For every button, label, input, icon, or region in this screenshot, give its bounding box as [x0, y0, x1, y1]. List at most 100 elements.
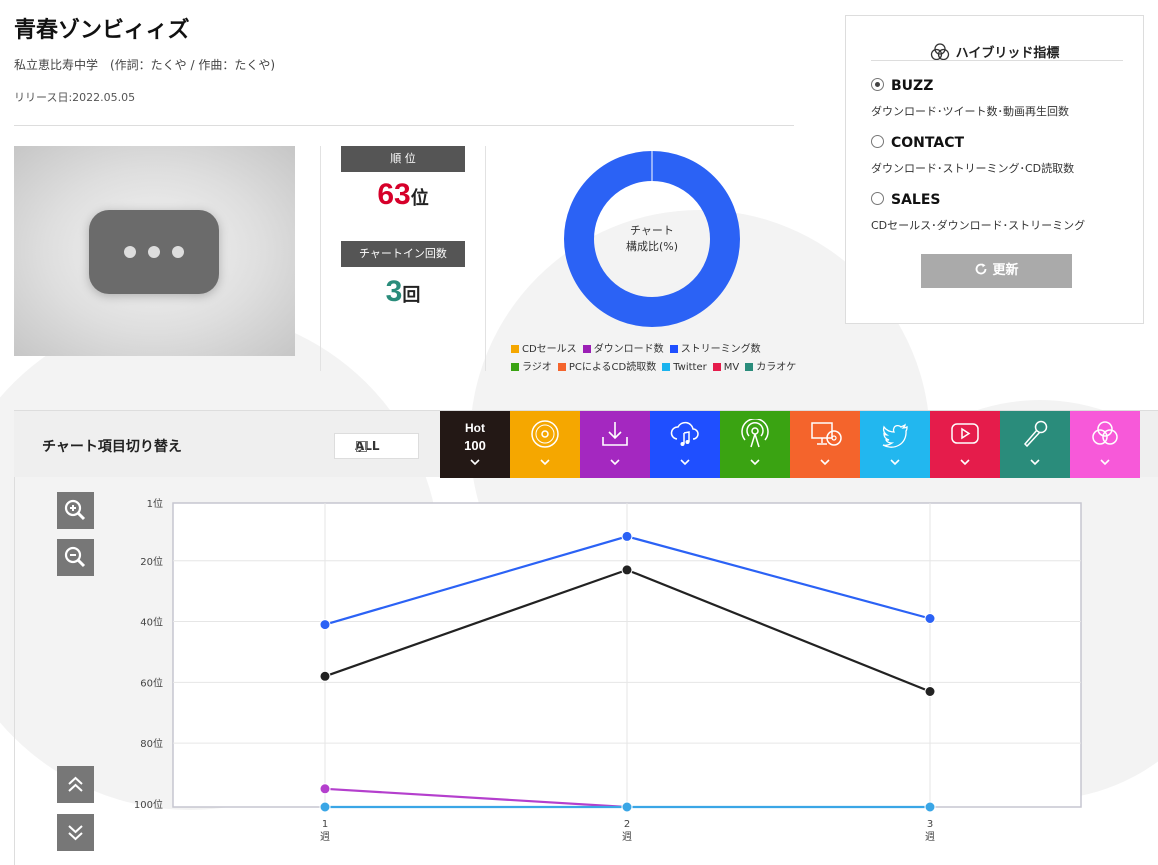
donut-ring: [564, 151, 740, 327]
karaoke-icon: [1023, 420, 1048, 448]
legend-label: カラオケ: [756, 362, 797, 373]
x-tick-label: 週: [925, 831, 935, 843]
x-tick-label: 3: [927, 819, 933, 830]
legend-label: ストリーミング数: [680, 344, 761, 355]
legend-item: ダウンロード数: [582, 344, 664, 355]
donut-center-line1: チャート: [630, 224, 674, 237]
option-sales[interactable]: SALES: [871, 192, 941, 208]
legend-swatch: [582, 345, 591, 353]
radio-sales[interactable]: [871, 192, 884, 205]
hybrid-index-panel: ハイブリッド指標 BUZZ ダウンロード･ツイート数･動画再生回数 CONTAC…: [845, 15, 1144, 324]
data-point: [621, 564, 633, 576]
hybrid-panel-title: ハイブリッド指標: [846, 42, 1143, 61]
artist-credit: 私立恵比寿中学 (作詞：たくや / 作曲：たくや): [14, 58, 276, 72]
x-tick-label: 2: [624, 819, 630, 830]
legend-label: CDセールス: [522, 344, 577, 355]
legend-item: ラジオ: [511, 362, 552, 373]
chevron-down-icon: [960, 459, 970, 466]
download-icon: [602, 422, 628, 446]
tab-streaming[interactable]: [650, 411, 720, 478]
y-tick-label: 40位: [140, 616, 163, 629]
donut-legend-row2: ラジオ PCによるCD読取数 Twitter MV カラオケ: [511, 358, 802, 373]
refresh-button[interactable]: 更新: [921, 254, 1072, 288]
tab-download[interactable]: [580, 411, 650, 478]
option-buzz[interactable]: BUZZ: [871, 78, 933, 94]
composition-donut-chart: チャート 構成比(%): [564, 151, 740, 327]
donut-center-line2: 構成比(%): [626, 240, 678, 253]
zoom-out-button[interactable]: [57, 539, 94, 576]
y-tick-label: 1位: [147, 497, 163, 510]
streaming-icon: [670, 421, 699, 446]
legend-swatch: [669, 345, 678, 353]
legend-item: カラオケ: [745, 362, 796, 373]
chevron-down-icon: [890, 459, 900, 466]
option-buzz-label: BUZZ: [891, 78, 934, 94]
chevron-down-icon: [1030, 459, 1040, 466]
legend-label: MV: [723, 362, 740, 373]
chart-in-count-label: チャートイン回数: [341, 241, 465, 267]
pc-cd-icon: [811, 422, 842, 446]
legend-label: Twitter: [673, 362, 707, 373]
rank-number: 63: [377, 178, 411, 211]
x-tick-label: 週: [320, 831, 330, 843]
legend-swatch: [745, 363, 754, 371]
checkbox-icon[interactable]: [356, 439, 367, 463]
more-icon[interactable]: [89, 210, 219, 294]
data-point: [319, 801, 331, 813]
data-point: [621, 801, 633, 813]
tab-karaoke[interactable]: [1000, 411, 1070, 478]
all-checkbox[interactable]: ALL: [334, 433, 419, 463]
hot100-line1: Hot: [465, 421, 485, 435]
chevron-down-icon: [1100, 459, 1110, 466]
hybrid-icon: [930, 43, 949, 61]
scroll-down-button[interactable]: [57, 814, 94, 851]
chart-in-count-number: 3: [385, 275, 403, 308]
radio-contact[interactable]: [871, 135, 884, 148]
switch-label: チャート項目切り替え: [42, 439, 182, 455]
radio-buzz[interactable]: [871, 78, 884, 91]
y-tick-label: 60位: [140, 676, 163, 689]
legend-swatch: [712, 363, 721, 371]
option-contact-label: CONTACT: [891, 135, 965, 151]
cd-icon: [531, 420, 559, 448]
legend-item: Twitter: [662, 362, 707, 373]
data-point: [924, 613, 936, 624]
legend-item: MV: [712, 362, 740, 373]
tab-radio[interactable]: [720, 411, 790, 478]
scroll-up-button[interactable]: [57, 766, 94, 803]
zoom-out-icon: [64, 546, 86, 568]
chevron-down-icon: [470, 459, 480, 466]
legend-swatch: [662, 363, 671, 371]
chevron-down-icon: [750, 459, 760, 466]
legend-label: ラジオ: [522, 362, 552, 373]
tab-mv[interactable]: [930, 411, 1000, 478]
chart-area: 1位 20位 40位 60位 80位 100位 1 週 2 週 3 週: [14, 477, 1158, 865]
y-tick-label: 80位: [140, 737, 163, 750]
release-date: リリース日:2022.05.05: [14, 91, 136, 104]
tab-pc-cd-read[interactable]: [790, 411, 860, 478]
song-title: 青春ゾンビィィズ: [14, 18, 190, 43]
option-contact-desc: ダウンロード･ストリーミング･CD読取数: [871, 162, 1075, 175]
donut-legend-row1: CDセールス ダウンロード数 ストリーミング数: [511, 340, 767, 355]
zoom-in-button[interactable]: [57, 492, 94, 529]
rank-value: 63位: [341, 178, 465, 212]
header-divider: [14, 125, 794, 126]
divider: [320, 146, 321, 371]
tab-hot100[interactable]: Hot 100: [440, 411, 510, 478]
hybrid-title-text: ハイブリッド指標: [955, 46, 1060, 61]
tab-hybrid[interactable]: [1070, 411, 1140, 478]
tab-cd-sales[interactable]: [510, 411, 580, 478]
data-point: [924, 686, 936, 697]
youtube-icon: [951, 423, 979, 444]
divider: [485, 146, 486, 371]
x-tick-label: 1: [322, 819, 328, 830]
video-thumbnail[interactable]: [14, 146, 295, 356]
tab-twitter[interactable]: [860, 411, 930, 478]
chart-in-count-value: 3回: [341, 275, 465, 309]
chevron-down-icon: [610, 459, 620, 466]
panel-divider: [871, 60, 1123, 61]
legend-swatch: [511, 345, 519, 353]
rank-line-chart: 1位20位40位60位80位100位1週2週3週: [134, 497, 1082, 843]
legend-label: PCによるCD読取数: [568, 362, 657, 373]
option-contact[interactable]: CONTACT: [871, 135, 964, 151]
